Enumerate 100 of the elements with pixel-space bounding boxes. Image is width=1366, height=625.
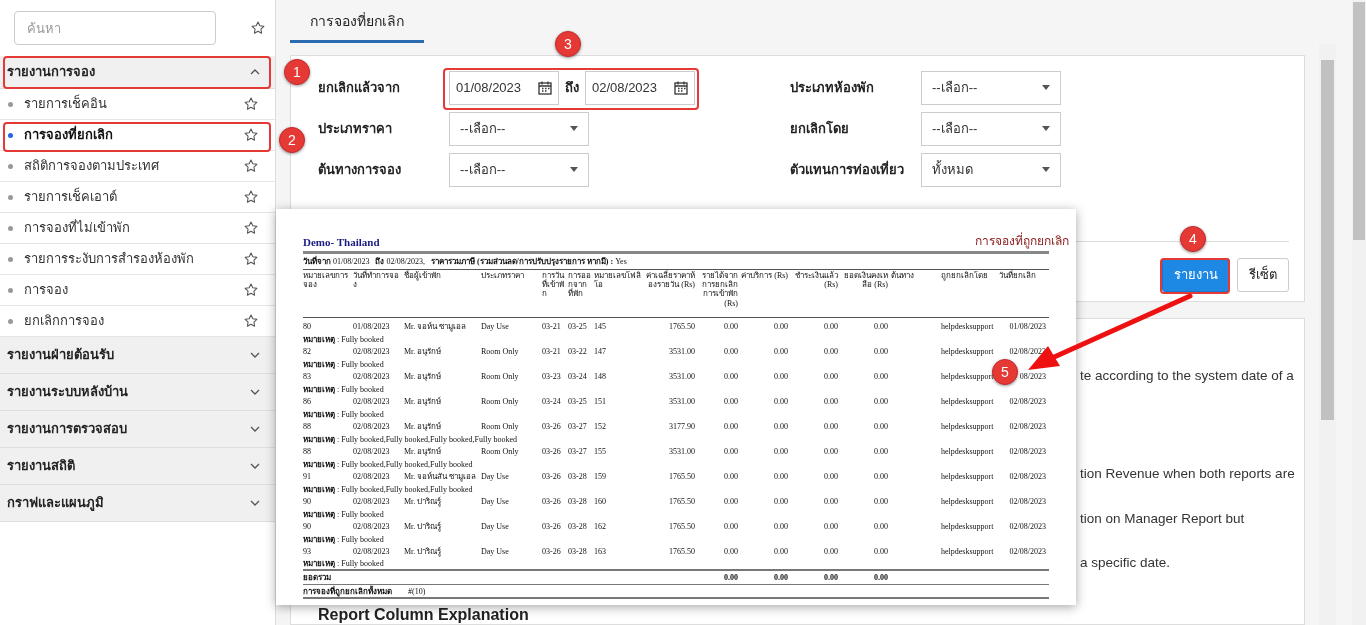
dropdown-caret-icon xyxy=(570,167,578,173)
date-field[interactable]: 01/08/2023 xyxy=(449,70,559,105)
table-cell: 0.00 xyxy=(841,570,891,585)
table-cell: 0.00 xyxy=(774,347,788,357)
star-icon[interactable] xyxy=(243,313,259,329)
table-cell: 02/08/2023 xyxy=(1009,472,1046,482)
table-cell: helpdesksupport xyxy=(941,547,994,557)
remark-text: หมายเหตุ : Fully booked,Fully booked,Fully booked xyxy=(303,484,473,494)
star-icon[interactable] xyxy=(243,158,259,174)
table-cell: 80 xyxy=(303,322,311,332)
table-cell: 3531.00 xyxy=(669,447,695,457)
calendar-icon[interactable] xyxy=(674,80,688,95)
table-cell: 0.00 xyxy=(874,472,888,482)
table-cell: 0.00 xyxy=(874,497,888,507)
group-label: กราฟและแผนภูมิ xyxy=(7,494,104,513)
table-cell: Room Only xyxy=(481,422,519,432)
report-button[interactable]: รายงาน xyxy=(1162,257,1230,292)
group-label: รายงานสถิติ xyxy=(7,457,75,476)
group-header[interactable]: กราฟและแผนภูมิ xyxy=(0,485,275,522)
column-header: ถูกยกเลิกโดย xyxy=(941,269,999,318)
table-cell: 0.00 xyxy=(724,422,738,432)
table-cell: Mr. ปาริณรู์ xyxy=(404,497,442,507)
calendar-icon[interactable] xyxy=(538,80,552,95)
table-cell: 151 xyxy=(594,397,606,407)
group-header[interactable]: รายงานฝ่ายต้อนรับ xyxy=(0,337,275,374)
bullet-icon xyxy=(8,287,13,293)
table-cell: 83 xyxy=(303,372,311,382)
table-cell: 0.00 xyxy=(824,422,838,432)
table-cell: 0.00 xyxy=(774,547,788,557)
table-cell: 02/08/2023 xyxy=(1009,447,1046,457)
table-cell: Mr. จอห์น ซามูเอล xyxy=(404,322,467,332)
scrollbar-thumb[interactable] xyxy=(1321,60,1334,420)
scrollbar[interactable] xyxy=(1352,0,1366,625)
table-cell: 0.00 xyxy=(724,472,738,482)
table-cell: 08/2023 xyxy=(1019,372,1046,382)
star-icon[interactable] xyxy=(243,127,259,143)
column-header: รายได้จากการยกเลิกการเข้าพัก (Rs) xyxy=(698,269,741,318)
table-cell: Mr. จอห์นสัน ซามูเอล xyxy=(404,472,477,482)
tab[interactable]: การจองที่ยกเลิก xyxy=(290,10,424,43)
scrollbar-thumb[interactable] xyxy=(1353,2,1365,240)
table-cell: 0.00 xyxy=(874,322,888,332)
column-header: หมายเลขโฟลิโอ xyxy=(594,269,646,318)
select-value: --เลือก-- xyxy=(932,119,978,138)
select-field[interactable]: --เลือก-- xyxy=(921,111,1061,146)
column-header: ค่าเฉลี่ยราคาห้องรายวัน (Rs) xyxy=(646,269,698,318)
table-cell: 148 xyxy=(594,372,606,382)
select-field[interactable]: --เลือก-- xyxy=(921,70,1061,105)
table-cell: 147 xyxy=(594,347,606,357)
table-cell: 1765.50 xyxy=(669,497,695,507)
date-field[interactable]: 02/08/2023 xyxy=(585,70,695,105)
search-field[interactable]: ค้นหา xyxy=(14,11,216,45)
table-cell: 0.00 xyxy=(724,322,738,332)
table-cell: Mr. อนุรักษ์ xyxy=(404,372,442,382)
count-label: การจองที่ถูกยกเลิกทั้งหมด xyxy=(303,586,392,596)
table-cell: 02/08/2023 xyxy=(353,547,390,557)
reset-button[interactable]: รีเซ็ต xyxy=(1237,257,1289,292)
group-header[interactable]: รายงานการตรวจสอบ xyxy=(0,411,275,448)
table-cell: 3531.00 xyxy=(669,397,695,407)
table-cell: 03-25 xyxy=(568,397,587,407)
table-cell: helpdesksupport xyxy=(941,347,994,357)
table-cell: 3531.00 xyxy=(669,372,695,382)
star-icon[interactable] xyxy=(250,20,266,36)
star-icon[interactable] xyxy=(243,96,259,112)
remark-text: หมายเหตุ : Fully booked xyxy=(303,359,384,369)
item-label: การจองที่ยกเลิก xyxy=(24,125,113,145)
remark-text: หมายเหตุ : Fully booked,Fully booked,Fully booked,Fully booked xyxy=(303,434,517,444)
table-cell: 03-21 xyxy=(542,322,561,332)
table-cell: helpdesksupport xyxy=(941,522,994,532)
item-label: รายการระงับการสำรองห้องพัก xyxy=(24,250,194,269)
field-label: ยกเลิกแล้วจาก xyxy=(318,78,401,97)
table-cell: helpdesksupport xyxy=(941,422,994,432)
item-label: รายการเช็คเอาต์ xyxy=(24,187,117,207)
select-value: --เลือก-- xyxy=(460,119,506,138)
table-cell: 03-25 xyxy=(568,322,587,332)
select-field[interactable]: --เลือก-- xyxy=(449,111,589,146)
table-cell: 160 xyxy=(594,497,606,507)
table-cell: 0.00 xyxy=(824,547,838,557)
table-cell: 0.00 xyxy=(824,347,838,357)
group-label: รายงานฝ่ายต้อนรับ xyxy=(7,346,114,365)
table-cell: 0.00 xyxy=(774,372,788,382)
table-cell: helpdesksupport xyxy=(941,322,994,332)
star-icon[interactable] xyxy=(243,282,259,298)
table-cell: 155 xyxy=(594,447,606,457)
select-field[interactable]: --เลือก-- xyxy=(449,152,589,187)
remark-text: หมายเหตุ : Fully booked,Fully booked,Fully booked xyxy=(303,459,473,469)
report-criteria: วันที่จาก 01/08/2023 ถึง 02/08/2023, ราคารวมภาษี (รวมส่วนลด/การปรับปรุงรายการ หากมี) : Yes xyxy=(303,255,628,268)
scrollbar[interactable] xyxy=(1319,44,1336,625)
column-header: หมายเลขการจอง xyxy=(303,269,353,318)
select-field[interactable]: ทั้งหมด xyxy=(921,152,1061,187)
group-header[interactable]: รายงานสถิติ xyxy=(0,448,275,485)
group-header[interactable]: รายงานระบบหลังบ้าน xyxy=(0,374,275,411)
star-icon[interactable] xyxy=(243,251,259,267)
star-icon[interactable] xyxy=(243,220,259,236)
column-header: ค่าบริการ (Rs) xyxy=(741,269,791,318)
table-cell: 0.00 xyxy=(774,322,788,332)
table-cell: 86 xyxy=(303,397,311,407)
table-cell: Mr. ปาริณรู์ xyxy=(404,522,442,532)
remark-text: หมายเหตุ : Fully booked xyxy=(303,334,384,344)
item-label: การจอง xyxy=(24,281,68,300)
star-icon[interactable] xyxy=(243,189,259,205)
